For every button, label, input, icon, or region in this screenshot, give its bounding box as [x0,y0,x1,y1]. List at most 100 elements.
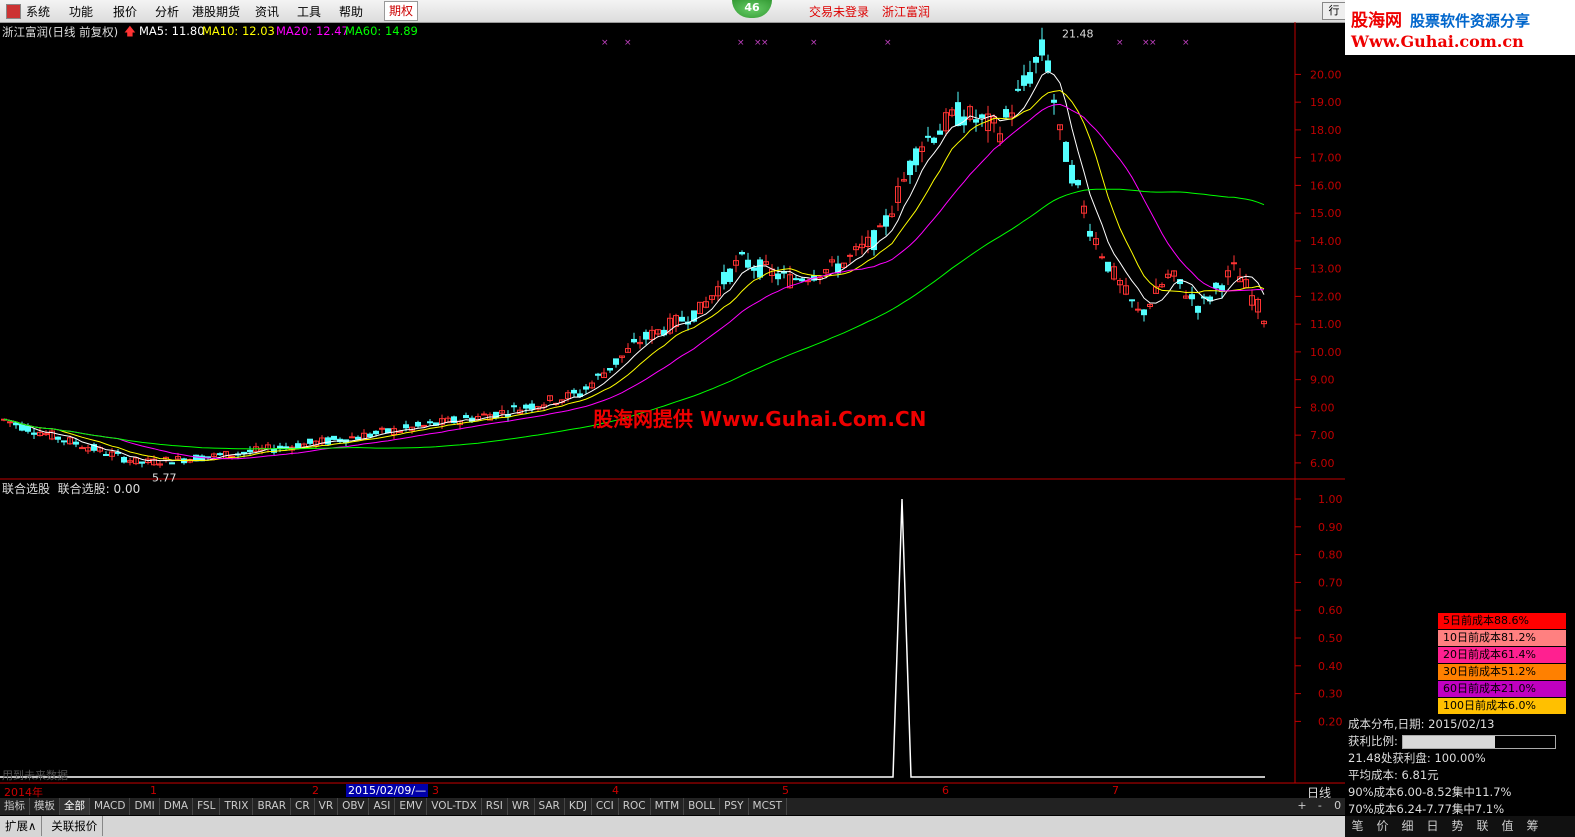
candle-body [415,421,421,427]
candle-body [19,423,25,431]
candle-body [1069,164,1075,184]
indicator-tab[interactable]: KDJ [565,798,592,815]
candle-body [523,404,529,409]
candle-body [643,331,649,340]
candle-body [1027,72,1033,84]
menu-options[interactable]: 期权 [384,1,419,21]
indicator-tab[interactable]: BOLL [684,798,721,815]
indicator-tab[interactable]: VOL-TDX [427,798,482,815]
candle-body [1099,256,1105,259]
side-tab[interactable]: 细 [1395,816,1420,836]
indicator-tab[interactable]: 全部 [60,798,90,815]
zoom-in-button[interactable]: + [1295,799,1309,812]
candle-body [583,386,589,390]
date-axis: 2014年 1 2 3 4 5 6 7 2015/02/09/— [0,783,1345,799]
expand-tab[interactable]: 扩展∧ [0,816,43,836]
menu-bar: 系统 功能 报价 分析 港股期货 资讯 工具 帮助 期权 46 交易未登录 浙江… [0,0,1575,23]
candle-body [1141,309,1147,316]
indicator-tab[interactable]: VR [315,798,339,815]
candle-body [1051,99,1057,103]
side-tab[interactable]: 势 [1445,816,1470,836]
ma60-value: MA60: 14.89 [345,24,418,38]
indicator-tab[interactable]: ROC [619,798,651,815]
price-tick-label: 19.00 [1310,96,1342,109]
candle-body [607,368,613,371]
indicator-tab[interactable]: DMA [160,798,194,815]
reset-button[interactable]: 0 [1331,799,1345,812]
price-tick-label: 11.00 [1310,318,1342,331]
candle-body [883,215,889,227]
menu-system[interactable]: 系统 [26,3,50,20]
indicator-tab[interactable]: 指标 [0,798,30,815]
indicator-tab[interactable]: EMV [395,798,428,815]
candle-body [367,433,373,438]
candle-body [373,430,379,435]
menu-hk-futures[interactable]: 港股期货 [192,3,240,20]
side-tab[interactable]: 筹 [1520,816,1545,836]
candle-body [973,119,979,123]
sub-tick-label: 0.80 [1318,549,1343,562]
signal-x-mark: × [737,38,745,48]
indicator-tab[interactable]: 模板 [30,798,60,815]
candle-body [775,273,781,280]
side-tab[interactable]: 价 [1370,816,1395,836]
price-tick-label: 17.00 [1310,152,1342,165]
side-tab[interactable]: 联 [1470,816,1495,836]
candle-body [907,160,913,176]
indicator-tab[interactable]: WR [508,798,535,815]
cost-legend-item: 10日前成本81.2% [1438,630,1566,646]
cost-legend-item: 20日前成本61.4% [1438,647,1566,663]
candle-body [241,451,247,454]
sub-tick-label: 0.60 [1318,604,1343,617]
candle-body [103,454,109,457]
candle-body [1015,88,1021,91]
date-label: 7 [1112,784,1119,797]
signal-x-mark: × [884,38,892,48]
price-tick-label: 7.00 [1310,429,1335,442]
date-label: 3 [432,784,439,797]
avg-cost: 平均成本: 6.81元 [1348,768,1439,782]
zoom-out-button[interactable]: - [1313,799,1327,812]
menu-function[interactable]: 功能 [69,3,93,20]
login-status[interactable]: 交易未登录 [809,3,869,20]
menu-news[interactable]: 资讯 [255,3,279,20]
candle-body [847,254,853,257]
candle-body [511,405,517,408]
indicator-tab[interactable]: MACD [90,798,131,815]
indicator-tab[interactable]: CCI [592,798,619,815]
candle-body [529,403,535,410]
candle-body [631,338,637,343]
indicator-tab[interactable]: MCST [749,798,788,815]
side-tabs: 笔价细日势联值筹 [1345,816,1575,837]
indicator-tab[interactable]: OBV [338,798,370,815]
candle-body [331,435,337,440]
indicator-tab[interactable]: PSY [720,798,749,815]
arrow-up-icon: 🡅 [124,24,136,38]
candle-body [355,436,361,440]
indicator-tab[interactable]: DMI [130,798,160,815]
indicator-tab[interactable]: BRAR [253,798,291,815]
menu-quote[interactable]: 报价 [113,3,137,20]
indicator-tab[interactable]: ASI [369,798,396,815]
signal-x-mark: × [1182,38,1190,48]
menu-help[interactable]: 帮助 [339,3,363,20]
candle-body [1045,60,1051,72]
indicator-tab[interactable]: CR [291,798,315,815]
date-label: 1 [150,784,157,797]
side-tab[interactable]: 日 [1420,816,1445,836]
indicator-tab[interactable]: RSI [482,798,508,815]
indicator-tab[interactable]: FSL [193,798,221,815]
notification-badge[interactable]: 46 [732,0,772,18]
menu-tools[interactable]: 工具 [297,3,321,20]
side-tab[interactable]: 值 [1495,816,1520,836]
candle-body [925,135,931,138]
indicator-tab[interactable]: TRIX [220,798,254,815]
cost-legend-item: 5日前成本88.6% [1438,613,1566,629]
side-tab[interactable]: 笔 [1345,816,1370,836]
related-quote-tab[interactable]: 关联报价 [46,816,104,836]
indicator-tab[interactable]: SAR [535,798,565,815]
brand-slogan: 股票软件资源分享 [1410,12,1531,30]
menu-analysis[interactable]: 分析 [155,3,179,20]
quote-button[interactable]: 行 [1322,2,1346,20]
indicator-tab[interactable]: MTM [651,798,685,815]
